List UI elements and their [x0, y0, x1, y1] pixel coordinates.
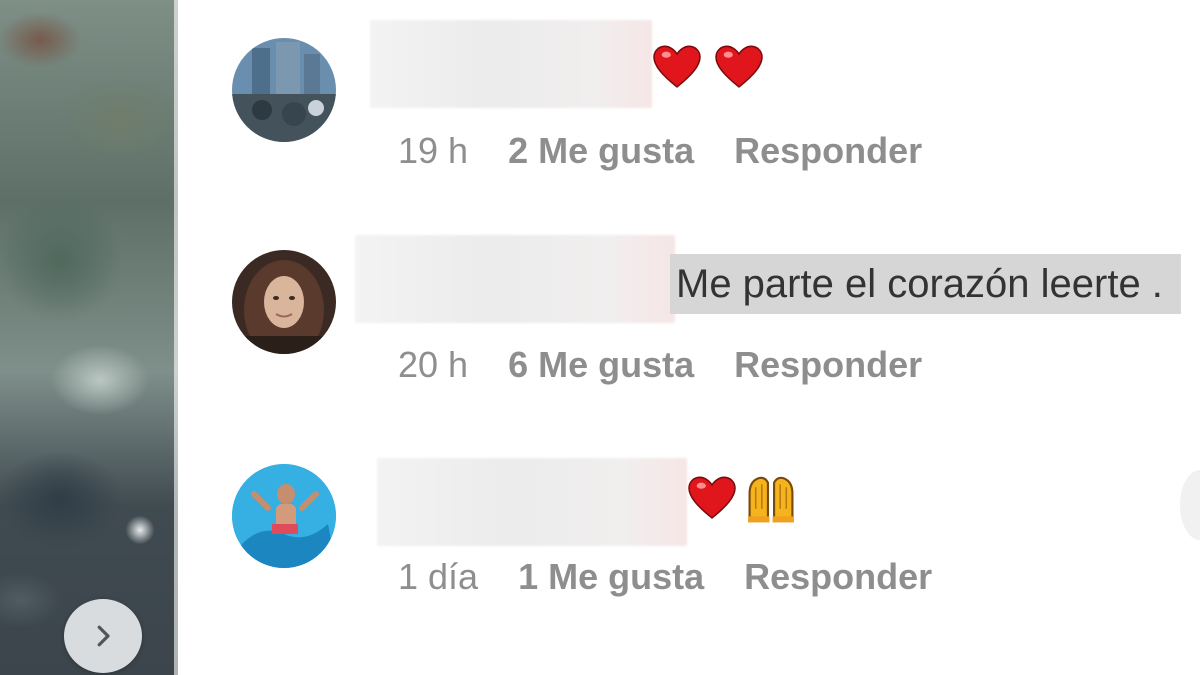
blurred-username [377, 458, 687, 546]
comment-meta: 20 h 6 Me gusta Responder [398, 344, 922, 386]
comment-meta: 19 h 2 Me gusta Responder [398, 130, 922, 172]
comment-emojis [687, 472, 799, 524]
comment-item: Me parte el corazón leerte . 20 h 6 Me g… [232, 235, 1200, 390]
chevron-right-icon [97, 625, 110, 647]
likes-count[interactable]: 6 Me gusta [508, 344, 694, 386]
reply-button[interactable]: Responder [744, 556, 932, 598]
comment-time[interactable]: 20 h [398, 344, 468, 386]
reply-button[interactable]: Responder [734, 344, 922, 386]
heart-icon [715, 45, 763, 88]
heart-icon [688, 476, 736, 519]
blurred-username [355, 235, 675, 323]
comment-item: 19 h 2 Me gusta Responder [232, 20, 1200, 178]
comment-time[interactable]: 19 h [398, 130, 468, 172]
comment-item: 1 día 1 Me gusta Responder [232, 458, 1200, 604]
blurred-username [370, 20, 652, 108]
likes-count[interactable]: 1 Me gusta [518, 556, 704, 598]
heart-icon [653, 45, 701, 88]
avatar[interactable] [232, 464, 336, 568]
comment-time[interactable]: 1 día [398, 556, 478, 598]
avatar[interactable] [232, 38, 336, 142]
likes-count[interactable]: 2 Me gusta [508, 130, 694, 172]
post-image-preview [0, 0, 178, 675]
comment-emojis [652, 44, 764, 90]
comment-meta: 1 día 1 Me gusta Responder [398, 556, 932, 598]
comment-text: Me parte el corazón leerte . [670, 254, 1181, 314]
reply-button[interactable]: Responder [734, 130, 922, 172]
raising-hands-icon [748, 476, 794, 523]
next-image-button[interactable] [64, 599, 142, 673]
avatar[interactable] [232, 250, 336, 354]
